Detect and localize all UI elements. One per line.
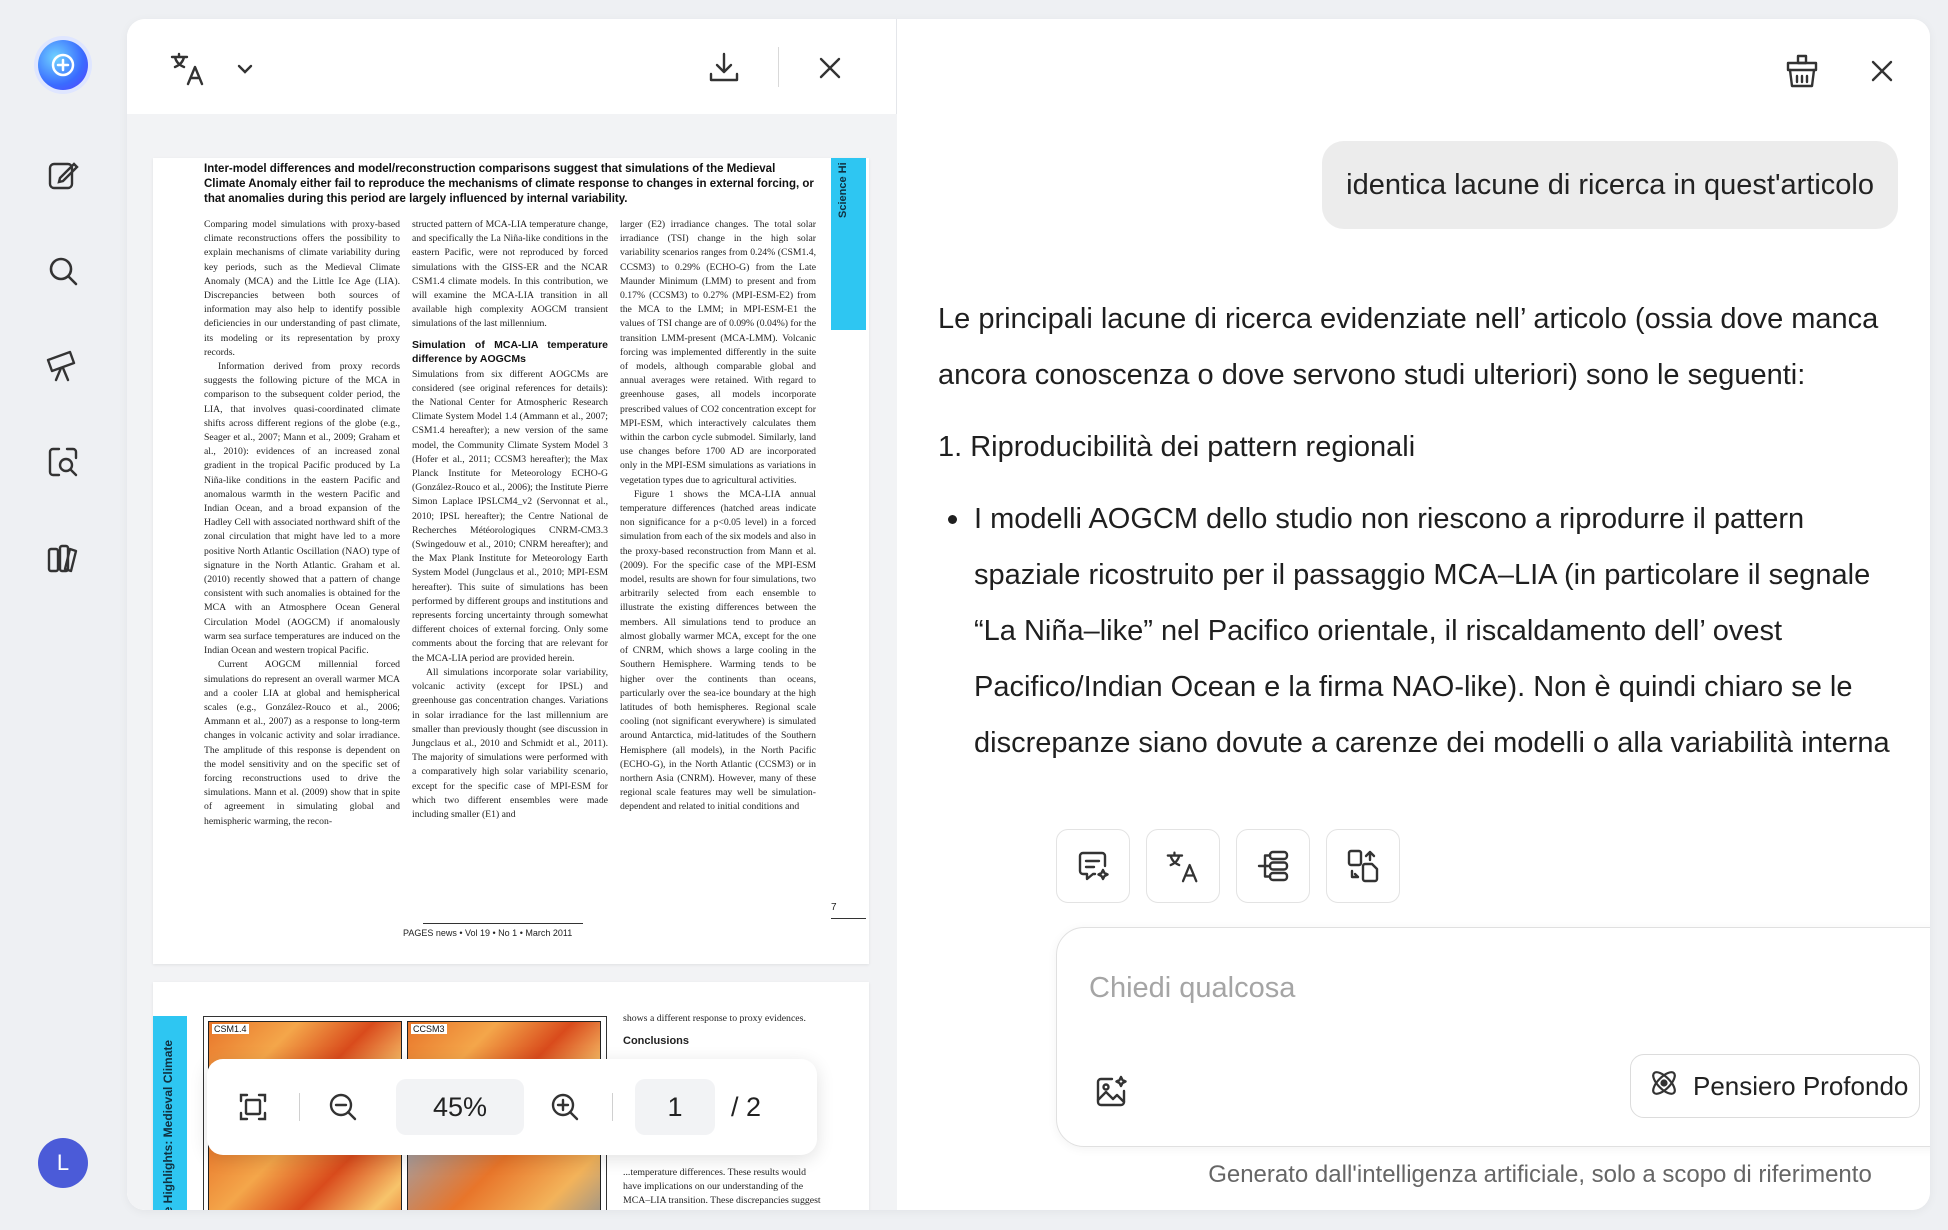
search-icon[interactable]	[38, 246, 88, 296]
user-avatar[interactable]: L	[38, 1138, 88, 1188]
close-chat-icon[interactable]	[1858, 47, 1906, 95]
page-column-3: larger (E2) irradiance changes. The tota…	[620, 219, 816, 813]
zoom-in-icon[interactable]	[541, 1083, 589, 1131]
left-rail: L	[0, 0, 126, 1230]
atom-icon	[1647, 1066, 1681, 1107]
section-heading: Conclusions	[623, 1035, 690, 1047]
answer-bullet: I modelli AOGCM dello studio non riescon…	[938, 491, 1898, 771]
document-search-icon[interactable]	[38, 437, 88, 487]
toolbar-divider	[778, 47, 779, 87]
answer-bullets: I modelli AOGCM dello studio non riescon…	[938, 491, 1898, 771]
main-panel: Inter-model differences and model/recons…	[127, 19, 1930, 1210]
image-upload-icon[interactable]	[1085, 1066, 1137, 1118]
page-headline: Inter-model differences and model/recons…	[204, 163, 814, 205]
current-page-input[interactable]: 1	[635, 1079, 715, 1135]
page-column-2: structed pattern of MCA-LIA temperature …	[412, 219, 608, 820]
pdf-page-1: Inter-model differences and model/recons…	[153, 158, 869, 964]
deep-thinking-button[interactable]: Pensiero Profondo	[1630, 1054, 1920, 1118]
translate-tool-icon[interactable]	[1146, 829, 1220, 903]
fit-page-icon[interactable]	[229, 1083, 277, 1131]
pdf-scroll-area[interactable]: Inter-model differences and model/recons…	[127, 114, 897, 1210]
clear-chat-icon[interactable]	[1778, 47, 1826, 95]
assistant-answer: Le principali lacune di ricerca evidenzi…	[938, 291, 1898, 821]
app-logo-icon[interactable]	[38, 40, 88, 90]
user-message-bubble: identica lacune di ricerca in quest'arti…	[1322, 141, 1898, 229]
zoom-level[interactable]: 45%	[396, 1079, 524, 1135]
chat-composer: Pensiero Profondo	[1056, 927, 1930, 1147]
download-icon[interactable]	[699, 43, 749, 93]
deep-thinking-label: Pensiero Profondo	[1693, 1070, 1909, 1101]
pdf-viewer: Inter-model differences and model/recons…	[127, 19, 897, 1210]
answer-intro: Le principali lacune di ricerca evidenzi…	[938, 303, 1879, 391]
zoom-out-icon[interactable]	[319, 1083, 367, 1131]
page-number: 7	[831, 902, 837, 913]
translate-icon[interactable]	[161, 43, 215, 93]
chat-input[interactable]	[1089, 966, 1930, 1010]
page-side-tab: Science Hi	[831, 158, 866, 330]
library-icon[interactable]	[38, 534, 88, 584]
pdf-toolbar	[127, 19, 897, 114]
page-side-tab: ence Highlights: Medieval Climate	[153, 1016, 187, 1210]
total-pages: / 2	[731, 1091, 762, 1122]
page-column-1: Comparing model simulations with proxy-b…	[204, 219, 400, 827]
zoom-toolbar: 45% 1 / 2	[207, 1059, 817, 1155]
close-pdf-icon[interactable]	[807, 45, 853, 91]
chat-panel: identica lacune di ricerca in quest'arti…	[898, 19, 1930, 1210]
page-footer: PAGES news • Vol 19 • No 1 • March 2011	[403, 928, 573, 938]
chevron-down-icon[interactable]	[229, 53, 261, 85]
convert-icon[interactable]	[1326, 829, 1400, 903]
mindmap-icon[interactable]	[1236, 829, 1310, 903]
answer-item-title: 1. Riproducibilità dei pattern regionali	[938, 431, 1416, 463]
section-heading: Simulation of MCA-LIA temperature differ…	[412, 338, 608, 365]
edit-icon[interactable]	[38, 150, 88, 200]
summarize-icon[interactable]	[1056, 829, 1130, 903]
ai-disclaimer: Generato dall'intelligenza artificiale, …	[1208, 1161, 1872, 1188]
telescope-icon[interactable]	[38, 340, 88, 390]
